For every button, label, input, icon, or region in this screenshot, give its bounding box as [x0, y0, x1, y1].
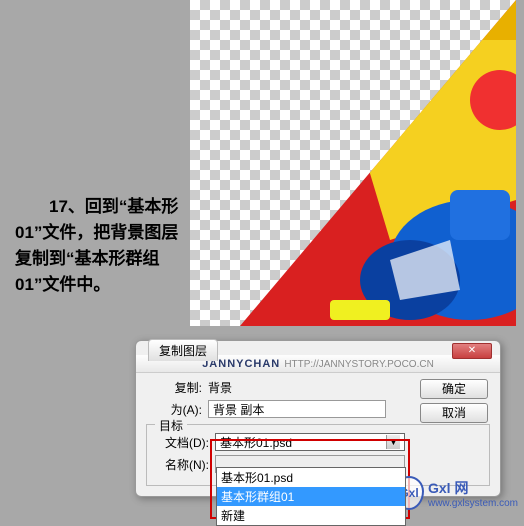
as-input[interactable] — [208, 400, 386, 418]
banner-url: HTTP://JANNYSTORY.POCO.CN — [284, 359, 433, 370]
document-dropdown[interactable]: 基本形01.psd ▼ — [215, 433, 405, 451]
close-button[interactable]: ✕ — [452, 343, 492, 359]
dialog-title: 复制图层 — [148, 339, 218, 361]
chevron-down-icon: ▼ — [386, 435, 400, 449]
watermark-brand: Gxl 网 — [428, 480, 468, 496]
target-legend: 目标 — [155, 417, 187, 434]
watermark: Gxl Gxl 网 www.gxlsystem.com — [394, 476, 518, 510]
as-label: 为(A): — [146, 401, 202, 418]
dropdown-option[interactable]: 基本形群组01 — [217, 487, 405, 506]
name-label: 名称(N): — [153, 456, 209, 473]
copy-value: 背景 — [208, 379, 490, 396]
document-selected: 基本形01.psd — [220, 434, 292, 451]
document-dropdown-list: 基本形01.psd 基本形群组01 新建 — [216, 467, 406, 526]
document-label: 文档(D): — [153, 434, 209, 451]
dropdown-option[interactable]: 基本形01.psd — [217, 468, 405, 487]
duplicate-layer-dialog: 复制图层 ✕ JANNYCHAN HTTP://JANNYSTORY.POCO.… — [135, 340, 501, 497]
document-image — [190, 0, 516, 326]
watermark-url: www.gxlsystem.com — [428, 498, 518, 509]
instruction-text: 17、回到“基本形01”文件，把背景图层复制到“基本形群组01”文件中。 — [15, 194, 185, 298]
copy-label: 复制: — [146, 379, 202, 396]
